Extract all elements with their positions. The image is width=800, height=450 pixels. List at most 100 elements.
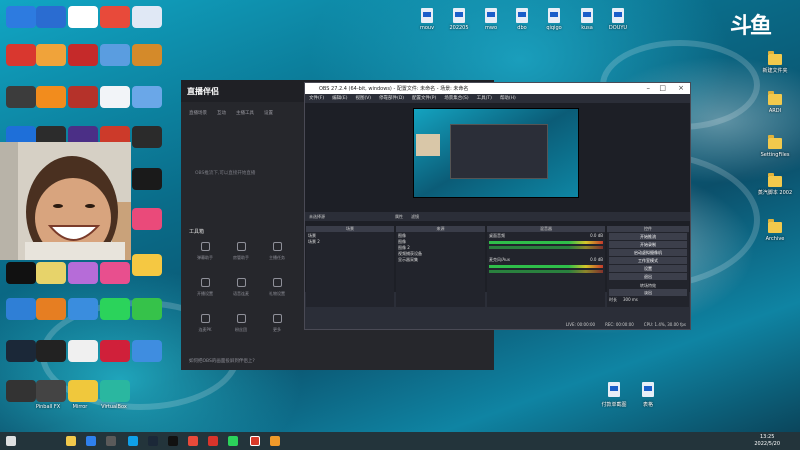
tool-item[interactable]: 主播任务: [259, 242, 295, 268]
taskbar-app-icon[interactable]: [270, 436, 280, 446]
desktop-icon[interactable]: [100, 380, 130, 402]
desktop-icon[interactable]: [132, 86, 162, 108]
file-icon[interactable]: [421, 8, 433, 23]
start-streaming-button[interactable]: 开始推流: [609, 233, 687, 240]
folder-icon[interactable]: [768, 173, 782, 187]
helper-footer-link[interactable]: 如何把OBS的画面投屏到伴侣上?: [189, 358, 255, 364]
menu-item[interactable]: 停靠部件(D): [379, 95, 404, 101]
file-icon[interactable]: [453, 8, 465, 23]
menu-item[interactable]: 配置文件(P): [412, 95, 436, 101]
desktop-icon[interactable]: [6, 298, 36, 320]
file-icon[interactable]: [548, 8, 560, 23]
folder-icon[interactable]: [768, 219, 782, 233]
desktop-icon[interactable]: [100, 340, 130, 362]
file-icon[interactable]: [485, 8, 497, 23]
folder-icon[interactable]: [768, 91, 782, 105]
obs-taskbar-icon[interactable]: [250, 436, 260, 446]
tiktok-icon[interactable]: [168, 436, 178, 446]
desktop-icon[interactable]: [68, 86, 98, 108]
tool-item[interactable]: 房管助手: [223, 242, 259, 268]
desktop-icon[interactable]: [132, 254, 162, 276]
desktop-icon[interactable]: [36, 44, 66, 66]
helper-tab[interactable]: 直播场景: [189, 110, 207, 116]
taskbar-app-icon[interactable]: [106, 436, 116, 446]
desktop-icon[interactable]: [132, 126, 162, 148]
volume-slider[interactable]: [489, 246, 603, 249]
filters-button[interactable]: 滤镜: [411, 214, 419, 220]
desktop-icon[interactable]: [132, 168, 162, 190]
xbox-icon[interactable]: [228, 436, 238, 446]
desktop-icon[interactable]: [36, 380, 66, 402]
desktop-icon[interactable]: [100, 44, 130, 66]
exit-button[interactable]: 退出: [609, 273, 687, 280]
word-doc-icon[interactable]: [608, 382, 620, 397]
desktop-icon[interactable]: [6, 262, 36, 284]
settings-button[interactable]: 设置: [609, 265, 687, 272]
transition-select[interactable]: 淡出: [609, 289, 687, 296]
desktop-icon[interactable]: [132, 298, 162, 320]
desktop-icon[interactable]: [100, 6, 130, 28]
menu-item[interactable]: 视图(V): [355, 95, 371, 101]
desktop-icon[interactable]: [68, 6, 98, 28]
word-doc-icon[interactable]: [642, 382, 654, 397]
desktop-icon[interactable]: [132, 208, 162, 230]
tool-item[interactable]: 礼物设置: [259, 278, 295, 304]
desktop-icon[interactable]: [100, 86, 130, 108]
properties-button[interactable]: 属性: [395, 214, 403, 220]
desktop-icon[interactable]: [68, 340, 98, 362]
file-icon[interactable]: [612, 8, 624, 23]
minimize-icon[interactable]: –: [647, 84, 651, 92]
helper-tab[interactable]: 互动: [217, 110, 226, 116]
folder-icon[interactable]: [768, 135, 782, 149]
steam-icon[interactable]: [148, 436, 158, 446]
studio-mode-button[interactable]: 工作室模式: [609, 257, 687, 264]
volume-slider[interactable]: [489, 270, 603, 273]
desktop-icon[interactable]: [132, 340, 162, 362]
menu-item[interactable]: 工具(T): [477, 95, 492, 101]
desktop-icon[interactable]: [6, 86, 36, 108]
file-icon[interactable]: [516, 8, 528, 23]
tool-item[interactable]: 弹幕助手: [187, 242, 223, 268]
desktop-icon[interactable]: [36, 86, 66, 108]
desktop-icon[interactable]: [68, 298, 98, 320]
desktop-icon[interactable]: [68, 380, 98, 402]
helper-tab[interactable]: 主播工具: [236, 110, 254, 116]
tool-item[interactable]: 语音连麦: [223, 278, 259, 304]
desktop-icon[interactable]: [132, 44, 162, 66]
taskbar-app-icon[interactable]: [208, 436, 218, 446]
tool-item[interactable]: 更多: [259, 314, 295, 340]
source-item[interactable]: 显示器采集: [398, 257, 483, 263]
scene-item[interactable]: 场景 2: [308, 239, 392, 245]
system-clock[interactable]: 13:25 2022/5/20: [754, 434, 780, 448]
folder-icon[interactable]: [768, 51, 782, 65]
windows-start-icon[interactable]: [6, 436, 16, 446]
menu-item[interactable]: 帮助(H): [500, 95, 516, 101]
desktop-icon[interactable]: [36, 340, 66, 362]
duration-input[interactable]: 300 ms: [623, 297, 638, 303]
file-explorer-icon[interactable]: [66, 436, 76, 446]
desktop-icon[interactable]: [6, 380, 36, 402]
tool-item[interactable]: 连麦PK: [187, 314, 223, 340]
start-recording-button[interactable]: 开始录制: [609, 241, 687, 248]
browser-icon[interactable]: [86, 436, 96, 446]
menu-item[interactable]: 文件(F): [309, 95, 324, 101]
taskbar-app-icon[interactable]: [188, 436, 198, 446]
desktop-icon[interactable]: [68, 262, 98, 284]
desktop-icon[interactable]: [36, 298, 66, 320]
desktop-icon[interactable]: [6, 44, 36, 66]
virtual-camera-button[interactable]: 启动虚拟摄像机: [609, 249, 687, 256]
tool-item[interactable]: 粉丝团: [223, 314, 259, 340]
maximize-icon[interactable]: □: [659, 84, 666, 92]
desktop-icon[interactable]: [68, 44, 98, 66]
desktop-icon[interactable]: [6, 340, 36, 362]
desktop-icon[interactable]: [6, 6, 36, 28]
tool-item[interactable]: 开播设置: [187, 278, 223, 304]
edge-icon[interactable]: [128, 436, 138, 446]
desktop-icon[interactable]: [36, 262, 66, 284]
file-icon[interactable]: [581, 8, 593, 23]
desktop-icon[interactable]: [132, 6, 162, 28]
menu-item[interactable]: 场景集合(S): [444, 95, 468, 101]
menu-item[interactable]: 编辑(E): [332, 95, 347, 101]
close-icon[interactable]: ×: [678, 84, 684, 92]
desktop-icon[interactable]: [100, 262, 130, 284]
